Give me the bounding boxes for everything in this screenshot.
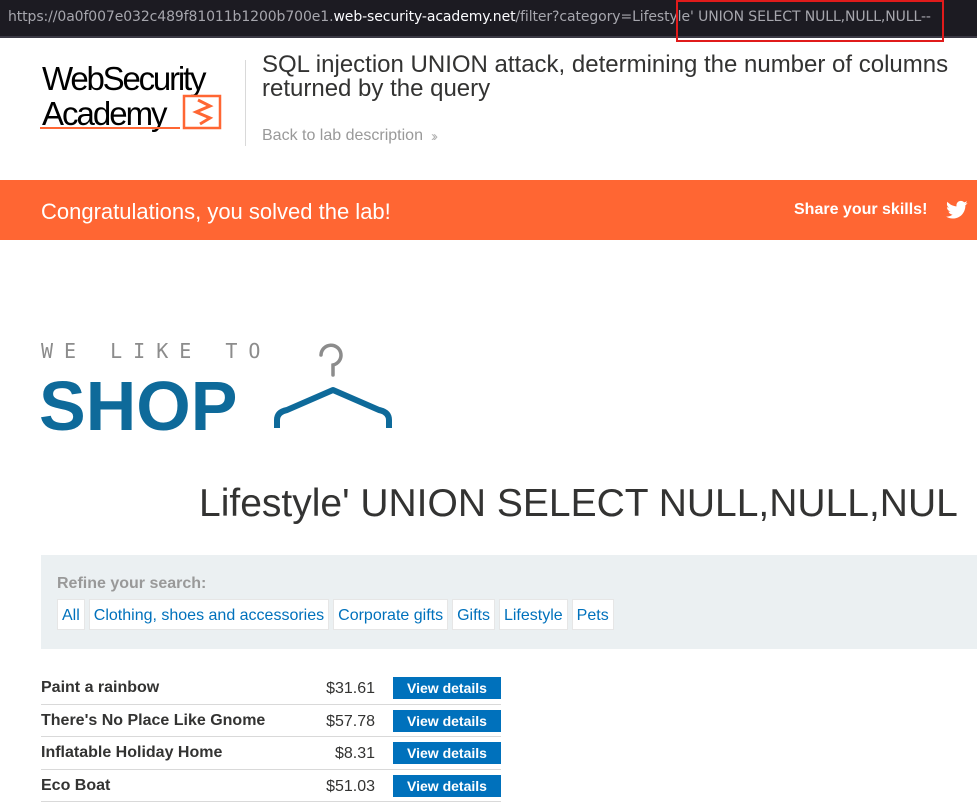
- product-name: There's No Place Like Gnome: [41, 711, 266, 729]
- url-prefix: https://0a0f007e032c489f81011b1200b700e1…: [8, 9, 334, 25]
- product-price: $31.61: [326, 680, 375, 697]
- logo-line2: Academy: [42, 95, 168, 132]
- table-row: There's No Place Like Gnome $57.78 View …: [41, 705, 501, 737]
- product-price: $51.03: [326, 777, 375, 795]
- twitter-icon[interactable]: [946, 200, 968, 220]
- url-host: web-security-academy.net: [333, 9, 516, 25]
- filter-pets[interactable]: Pets: [571, 599, 614, 630]
- filter-gifts[interactable]: Gifts: [452, 599, 495, 630]
- view-details-button[interactable]: View details: [393, 774, 501, 797]
- table-row: Eco Boat $51.03 View details: [41, 770, 501, 802]
- url-path: /filter?category=Lifestyle: [515, 9, 690, 25]
- product-table: Paint a rainbow $31.61 View details Ther…: [41, 672, 501, 802]
- url-highlight-box: [676, 0, 944, 42]
- category-heading: Lifestyle' UNION SELECT NULL,NULL,NUL: [199, 482, 958, 525]
- lab-title: SQL injection UNION attack, determining …: [262, 51, 949, 102]
- view-details-button[interactable]: View details: [393, 709, 501, 732]
- view-details-button[interactable]: View details: [393, 677, 501, 699]
- back-link-label: Back to lab description: [262, 127, 423, 144]
- header-divider: [245, 60, 246, 146]
- solved-banner: Congratulations, you solved the lab! Sha…: [0, 180, 977, 240]
- filter-clothing[interactable]: Clothing, shoes and accessories: [88, 599, 330, 630]
- shop-logo-word: SHOP: [41, 367, 237, 435]
- solved-message: Congratulations, you solved the lab!: [41, 199, 391, 224]
- product-price: $57.78: [326, 712, 375, 730]
- product-name: Inflatable Holiday Home: [41, 744, 223, 761]
- product-price: $8.31: [334, 745, 375, 762]
- category-filters: All Clothing, shoes and accessories Corp…: [57, 599, 614, 630]
- filter-panel: Refine your search: All Clothing, shoes …: [41, 555, 977, 649]
- table-row: Inflatable Holiday Home $8.31 View detai…: [41, 737, 501, 770]
- back-to-lab-link[interactable]: Back to lab description ››: [262, 127, 438, 145]
- shop-logo-tagline: WE LIKE TO: [41, 340, 271, 363]
- view-details-button[interactable]: View details: [393, 742, 501, 764]
- table-row: Paint a rainbow $31.61 View details: [41, 672, 501, 705]
- web-security-academy-logo[interactable]: WebSecurity Academy: [40, 58, 245, 133]
- product-name: Eco Boat: [41, 776, 111, 794]
- refine-label: Refine your search:: [57, 575, 207, 592]
- filter-corporate-gifts[interactable]: Corporate gifts: [333, 599, 449, 630]
- double-chevron-right-icon: ››: [430, 127, 438, 145]
- logo-line1: WebSecurity: [42, 60, 207, 97]
- filter-lifestyle[interactable]: Lifestyle: [498, 599, 568, 630]
- share-skills-link[interactable]: Share your skills!: [794, 201, 927, 219]
- logo-bolt-icon: [192, 98, 214, 126]
- hanger-icon: [274, 343, 392, 428]
- product-name: Paint a rainbow: [41, 679, 160, 696]
- filter-all[interactable]: All: [57, 599, 85, 630]
- we-like-to-shop-logo[interactable]: WE LIKE TO SHOP: [41, 340, 393, 435]
